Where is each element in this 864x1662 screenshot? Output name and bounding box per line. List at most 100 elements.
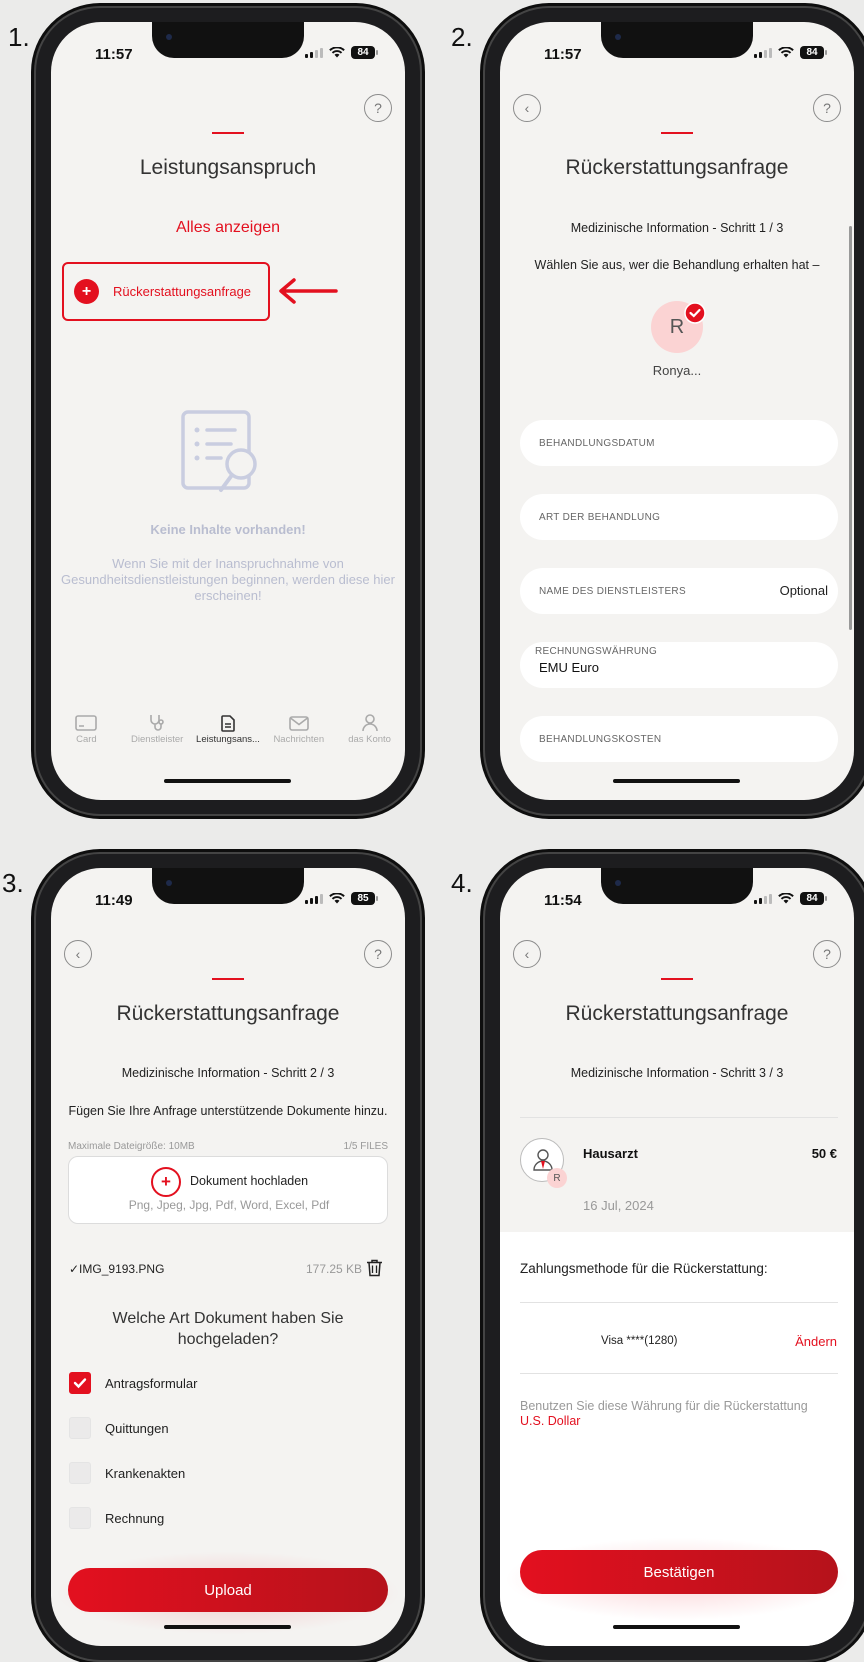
empty-state-title: Keine Inhalte vorhanden! <box>150 522 306 537</box>
help-button[interactable]: ? <box>813 940 841 968</box>
provider-name: Hausarzt <box>583 1146 638 1161</box>
add-icon: + <box>151 1167 181 1197</box>
tab-providers[interactable]: Dienstleister <box>122 712 193 756</box>
provider-name-field[interactable]: NAME DES DIENSTLEISTERS Optional <box>520 568 838 614</box>
refund-request-button[interactable]: + Rückerstattungsanfrage <box>62 262 270 321</box>
step-indicator: Medizinische Information - Schritt 3 / 3 <box>570 1066 784 1080</box>
step-number-1: 1. <box>8 22 30 52</box>
signal-icon <box>754 893 772 904</box>
wifi-icon <box>778 47 794 58</box>
treatment-type-field[interactable]: ART DER BEHANDLUNG <box>520 494 838 540</box>
help-button[interactable]: ? <box>364 94 392 122</box>
divider <box>520 1117 838 1118</box>
refund-currency-link[interactable]: U.S. Dollar <box>520 1414 580 1428</box>
upload-instruction: Fügen Sie Ihre Anfrage unterstützende Do… <box>68 1104 388 1118</box>
confirm-button[interactable]: Bestätigen <box>520 1550 838 1594</box>
status-time: 11:57 <box>95 46 133 63</box>
refund-request-label: Rückerstattungsanfrage <box>113 284 252 299</box>
payment-panel: Zahlungsmethode für die Rückerstattung: … <box>500 1232 854 1646</box>
screen-refund-step-1: 11:57 84 ‹ ? Rückerstattungsanfrage Medi… <box>500 22 854 800</box>
upload-label: Dokument hochladen <box>190 1174 309 1188</box>
mail-icon <box>288 715 309 731</box>
header-accent-line <box>661 978 693 980</box>
document-icon <box>221 714 235 732</box>
step-number-2: 2. <box>451 22 473 52</box>
phone-frame-1: 11:57 84 ? Leistungsanspruch Alles anzei… <box>34 6 422 816</box>
arrow-left-icon <box>279 278 338 304</box>
tab-claims[interactable]: Leistungsans... <box>193 712 264 756</box>
screen-refund-step-2: 11:49 85 ‹ ? Rückerstattungsanfrage Medi… <box>51 868 405 1646</box>
status-icons: 84 <box>754 46 827 59</box>
status-time: 11:57 <box>544 46 582 63</box>
option-label: Quittungen <box>105 1421 169 1436</box>
claim-amount: 50 € <box>811 1146 837 1161</box>
checkbox-medical-records[interactable] <box>69 1462 91 1484</box>
checkbox-application-form[interactable] <box>69 1372 91 1394</box>
step-number-3: 3. <box>2 868 24 898</box>
card-number: Visa ****(1280) <box>601 1335 678 1347</box>
battery-icon: 84 <box>800 46 827 59</box>
treatment-date-field[interactable]: BEHANDLUNGSDATUM <box>520 420 838 466</box>
help-button[interactable]: ? <box>813 94 841 122</box>
notch <box>601 868 753 904</box>
avatar-name: Ronya... <box>652 363 702 378</box>
upload-button[interactable]: Upload <box>68 1568 388 1612</box>
tab-account[interactable]: das Konto <box>334 712 405 756</box>
checkbox-receipts[interactable] <box>69 1417 91 1439</box>
currency-field[interactable]: RECHNUNGSWÄHRUNG EMU Euro <box>520 642 838 688</box>
checkmark-icon <box>73 1378 87 1389</box>
home-indicator <box>613 779 740 783</box>
page-title: Rückerstattungsanfrage <box>116 1002 340 1025</box>
checkbox-invoice[interactable] <box>69 1507 91 1529</box>
recipient-badge: R <box>547 1168 567 1188</box>
document-type-question: Welche Art Dokument haben Sie hochgelade… <box>112 1310 344 1348</box>
uploaded-file-size: 177.25 KB <box>306 1262 363 1276</box>
scrollbar[interactable] <box>849 226 852 630</box>
treatment-cost-field[interactable]: BEHANDLUNGSKOSTEN <box>520 716 838 762</box>
change-payment-link[interactable]: Ändern <box>795 1334 837 1349</box>
screen-claims: 11:57 84 ? Leistungsanspruch Alles anzei… <box>51 22 405 800</box>
status-icons: 84 <box>754 892 827 905</box>
page-title: Leistungsanspruch <box>139 156 317 179</box>
recipient-question: Wählen Sie aus, wer die Behandlung erhal… <box>534 258 820 272</box>
signal-icon <box>305 893 323 904</box>
screen-refund-step-3: 11:54 84 ‹ ? Rückerstattungsanfrage Medi… <box>500 868 854 1646</box>
notch <box>152 868 304 904</box>
tab-messages[interactable]: Nachrichten <box>263 712 334 756</box>
currency-note: Benutzen Sie diese Währung für die Rücke… <box>520 1399 808 1413</box>
notch <box>601 22 753 58</box>
wifi-icon <box>329 47 345 58</box>
home-indicator <box>164 1625 291 1629</box>
upload-dropzone[interactable]: + Dokument hochladen Png, Jpeg, Jpg, Pdf… <box>68 1156 388 1224</box>
phone-frame-4: 11:54 84 ‹ ? Rückerstattungsanfrage Medi… <box>483 852 864 1662</box>
help-button[interactable]: ? <box>364 940 392 968</box>
battery-icon: 84 <box>800 892 827 905</box>
step-number-4: 4. <box>451 868 473 898</box>
option-label: Krankenakten <box>105 1466 186 1481</box>
optional-hint: Optional <box>779 583 828 598</box>
show-all-link[interactable]: Alles anzeigen <box>51 219 405 237</box>
check-circle-icon <box>684 302 706 324</box>
divider <box>520 1373 838 1374</box>
empty-state-text: Wenn Sie mit der Inanspruchnahme von Ges… <box>61 556 395 603</box>
claim-date: 16 Jul, 2024 <box>583 1198 654 1213</box>
max-file-size: Maximale Dateigröße: 10MB <box>68 1141 195 1152</box>
back-button[interactable]: ‹ <box>513 94 541 122</box>
tab-card[interactable]: Card <box>51 712 122 756</box>
page-title: Rückerstattungsanfrage <box>565 1002 789 1025</box>
trash-icon[interactable] <box>366 1259 383 1277</box>
status-icons: 85 <box>305 892 378 905</box>
notch <box>152 22 304 58</box>
step-indicator: Medizinische Information - Schritt 1 / 3 <box>570 221 784 235</box>
step-indicator: Medizinische Information - Schritt 2 / 3 <box>121 1066 335 1080</box>
plus-icon: + <box>74 279 99 304</box>
empty-document-icon <box>181 410 257 492</box>
files-count: 1/5 FILES <box>343 1141 388 1152</box>
back-button[interactable]: ‹ <box>513 940 541 968</box>
currency-value: EMU Euro <box>539 660 599 675</box>
wifi-icon <box>778 893 794 904</box>
signal-icon <box>305 47 323 58</box>
status-time: 11:49 <box>95 892 133 909</box>
status-icons: 84 <box>305 46 378 59</box>
back-button[interactable]: ‹ <box>64 940 92 968</box>
